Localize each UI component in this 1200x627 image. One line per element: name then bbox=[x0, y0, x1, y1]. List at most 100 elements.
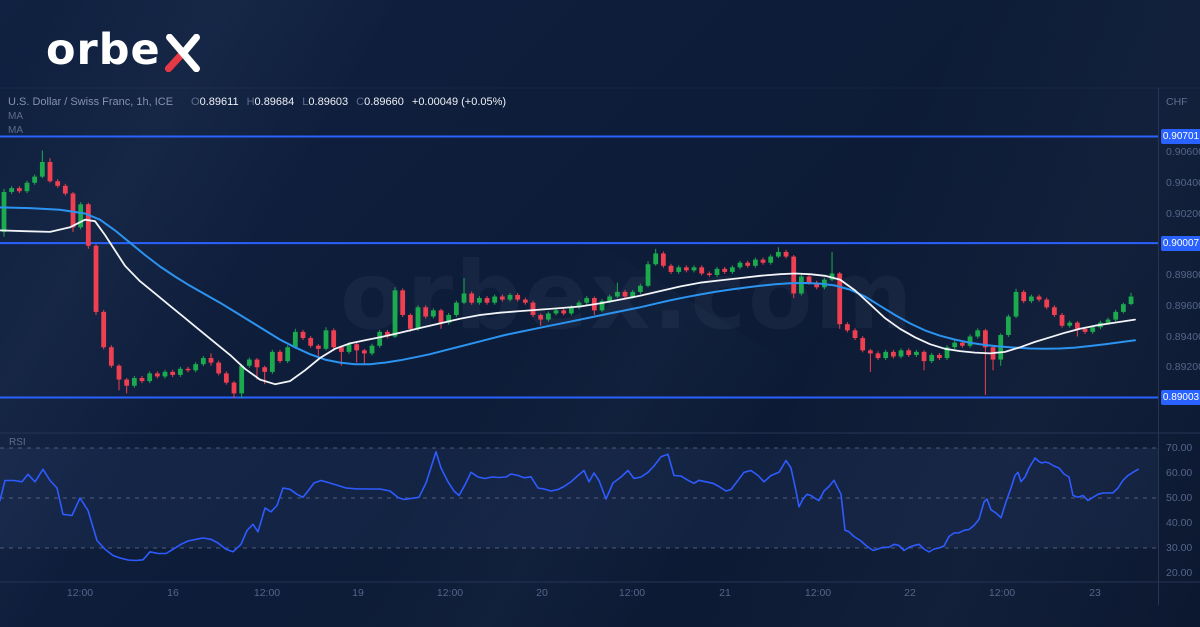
candle-body bbox=[124, 380, 129, 386]
change-value: +0.00049 (+0.05%) bbox=[412, 96, 506, 108]
candle-body bbox=[722, 269, 727, 272]
candle-body bbox=[308, 338, 313, 346]
candle-body bbox=[1113, 312, 1118, 320]
ma-legend-row[interactable]: MA bbox=[8, 125, 23, 136]
candle-body bbox=[439, 310, 444, 322]
rsi-tick-label: 50.00 bbox=[1166, 492, 1192, 504]
candle-body bbox=[1075, 323, 1080, 329]
rsi-tick-label: 40.00 bbox=[1166, 517, 1192, 529]
ma-legend-row[interactable]: MA bbox=[8, 111, 23, 122]
candle-body bbox=[546, 313, 551, 319]
price-tick-label: 0.90200 bbox=[1166, 208, 1200, 220]
candle-body bbox=[1067, 323, 1072, 326]
candle-body bbox=[63, 186, 68, 194]
candle-body bbox=[178, 369, 183, 375]
candle-body bbox=[431, 310, 436, 316]
candle-body bbox=[117, 366, 122, 380]
rsi-legend-label[interactable]: RSI bbox=[9, 437, 26, 448]
candle-body bbox=[761, 260, 766, 263]
candle-body bbox=[347, 344, 352, 352]
candle-body bbox=[485, 298, 490, 303]
candle-body bbox=[78, 204, 83, 227]
candle-body bbox=[86, 204, 91, 246]
candle-body bbox=[715, 269, 720, 275]
candle-body bbox=[270, 352, 275, 372]
logo-text: orbe bbox=[46, 29, 161, 72]
candle-body bbox=[615, 292, 620, 297]
open-value: 0.89611 bbox=[200, 96, 239, 108]
candle-body bbox=[699, 267, 704, 273]
rsi-tick-label: 20.00 bbox=[1166, 567, 1192, 579]
time-tick-label: 12:00 bbox=[245, 587, 289, 599]
candle-body bbox=[730, 267, 735, 272]
close-label: C bbox=[356, 96, 364, 108]
candle-body bbox=[868, 350, 873, 353]
candle-body bbox=[416, 307, 421, 329]
time-tick-label: 16 bbox=[151, 587, 195, 599]
candle-body bbox=[247, 360, 252, 366]
candle-body bbox=[638, 286, 643, 292]
candle-body bbox=[692, 267, 697, 270]
candle-body bbox=[362, 350, 367, 353]
candle-body bbox=[906, 350, 911, 355]
candle-body bbox=[140, 378, 145, 381]
candle-body bbox=[377, 332, 382, 346]
candle-body bbox=[408, 315, 413, 329]
orbex-logo: orbe bbox=[46, 24, 203, 76]
candle-body bbox=[676, 267, 681, 272]
candle-body bbox=[623, 292, 628, 297]
candle-body bbox=[561, 310, 566, 313]
candle-body bbox=[147, 373, 152, 381]
candle-body bbox=[477, 298, 482, 303]
high-value: 0.89684 bbox=[255, 96, 295, 108]
candle-body bbox=[1037, 297, 1042, 300]
candle-body bbox=[914, 352, 919, 355]
candle-body bbox=[224, 373, 229, 382]
candle-body bbox=[776, 252, 781, 257]
candle-body bbox=[937, 355, 942, 358]
price-level-pill: 0.90701 bbox=[1161, 129, 1200, 144]
candle-body bbox=[193, 364, 198, 370]
rsi-tick-label: 30.00 bbox=[1166, 542, 1192, 554]
time-tick-label: 22 bbox=[888, 587, 932, 599]
candle-body bbox=[1052, 307, 1057, 315]
time-tick-label: 19 bbox=[336, 587, 380, 599]
candle-body bbox=[684, 267, 689, 270]
candle-body bbox=[554, 310, 559, 313]
candle-body bbox=[9, 188, 14, 192]
candle-body bbox=[1060, 315, 1065, 326]
candle-body bbox=[285, 347, 290, 361]
candle-body bbox=[853, 330, 858, 338]
candle-body bbox=[784, 252, 789, 257]
price-axis[interactable]: CHF 0.906000.904000.902000.898000.896000… bbox=[1158, 88, 1200, 605]
candle-body bbox=[891, 352, 896, 357]
candle-body bbox=[186, 369, 191, 371]
candle-body bbox=[32, 177, 37, 183]
symbol-title[interactable]: U.S. Dollar / Swiss Franc, 1h, ICE bbox=[8, 96, 173, 108]
candle-body bbox=[393, 290, 398, 336]
candle-body bbox=[1129, 297, 1134, 305]
candle-body bbox=[1014, 292, 1019, 317]
candle-body bbox=[462, 293, 467, 302]
price-tick-label: 0.89200 bbox=[1166, 361, 1200, 373]
rsi-tick-label: 70.00 bbox=[1166, 442, 1192, 454]
candle-body bbox=[94, 246, 99, 312]
chart-canvas[interactable] bbox=[0, 0, 1200, 627]
chart-window: orbex.com orbe U.S. Dollar / Swiss Franc… bbox=[0, 0, 1200, 627]
candle-body bbox=[960, 343, 965, 346]
candle-body bbox=[492, 297, 497, 303]
candle-body bbox=[630, 292, 635, 297]
time-tick-label: 12:00 bbox=[796, 587, 840, 599]
high-label: H bbox=[247, 96, 255, 108]
rsi-tick-label: 60.00 bbox=[1166, 467, 1192, 479]
candle-body bbox=[55, 181, 60, 186]
time-axis[interactable]: 12:001612:001912:002012:002112:002212:00… bbox=[0, 582, 1158, 605]
candle-body bbox=[163, 372, 168, 377]
candle-body bbox=[239, 366, 244, 394]
candle-body bbox=[860, 338, 865, 350]
time-tick-label: 20 bbox=[520, 587, 564, 599]
candle-body bbox=[745, 263, 750, 266]
candle-body bbox=[370, 346, 375, 354]
candle-body bbox=[929, 355, 934, 361]
candle-body bbox=[508, 295, 513, 300]
